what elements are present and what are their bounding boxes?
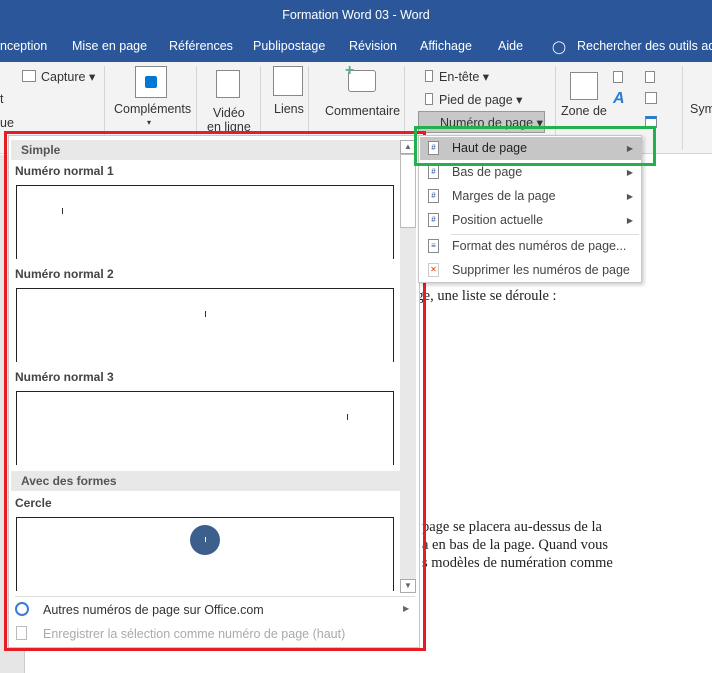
page-number-icon: # xyxy=(428,213,439,227)
submenu-arrow-icon: ▶ xyxy=(626,192,633,201)
menu-item-format[interactable]: ≡ Format des numéros de page... xyxy=(420,235,641,258)
tab-mise-en-page[interactable]: Mise en page xyxy=(72,39,147,53)
symbole-button[interactable]: Sym xyxy=(690,102,712,116)
ribbon-tabs: nception Mise en page Références Publipo… xyxy=(0,32,712,62)
footer-icon xyxy=(425,93,433,105)
menu-item-position-actuelle[interactable]: # Position actuelle ▶ xyxy=(420,209,641,232)
capture-button[interactable]: Capture ▾ xyxy=(41,69,95,84)
delete-icon: ✕ xyxy=(428,263,439,277)
doc-text: s modèles de numération comme xyxy=(422,555,613,571)
doc-text: a en bas de la page. Quand vous xyxy=(422,537,609,553)
format-icon: ≡ xyxy=(428,239,439,253)
search-tools[interactable]: Rechercher des outils ada xyxy=(577,39,712,53)
menu-item-marges[interactable]: # Marges de la page ▶ xyxy=(420,185,641,208)
zone-texte-button[interactable]: Zone de xyxy=(561,104,607,118)
tab-affichage[interactable]: Affichage xyxy=(420,39,472,53)
link-icon xyxy=(273,66,303,96)
doc-text: page se placera au-dessus de la xyxy=(422,519,602,535)
commentaire-button[interactable]: Commentaire xyxy=(325,104,400,118)
entete-button[interactable]: En-tête ▾ xyxy=(439,69,489,84)
video-icon xyxy=(216,70,240,98)
complements-icon xyxy=(135,66,167,98)
tab-revision[interactable]: Révision xyxy=(349,39,397,53)
partial-label: t xyxy=(0,92,4,106)
tab-conception[interactable]: nception xyxy=(0,39,47,53)
wordart-icon: A xyxy=(613,90,625,107)
page-number-icon: # xyxy=(428,189,439,203)
title-bar: Formation Word 03 - Word xyxy=(0,0,712,32)
complements-button[interactable]: Compléments xyxy=(114,102,191,116)
signature-icon xyxy=(645,71,655,83)
tab-references[interactable]: Références xyxy=(169,39,233,53)
tab-publipostage[interactable]: Publipostage xyxy=(253,39,325,53)
tab-aide[interactable]: Aide xyxy=(498,39,523,53)
highlight-red-box xyxy=(4,131,426,651)
pied-button[interactable]: Pied de page ▾ xyxy=(439,92,522,107)
doc-text: age, une liste se déroule : xyxy=(410,288,557,304)
lightbulb-icon: ◯ xyxy=(552,40,566,54)
capture-icon xyxy=(22,70,36,82)
menu-item-supprimer[interactable]: ✕ Supprimer les numéros de page xyxy=(420,259,641,282)
quick-parts-icon xyxy=(613,71,623,83)
submenu-arrow-icon: ▶ xyxy=(626,216,633,225)
partial-label: ue xyxy=(0,116,14,130)
video-button[interactable]: Vidéo xyxy=(213,106,245,120)
textbox-icon xyxy=(570,72,598,100)
page-number-icon: # xyxy=(428,165,439,179)
header-icon xyxy=(425,70,433,82)
highlight-green-box xyxy=(414,126,656,166)
liens-button[interactable]: Liens xyxy=(274,102,304,116)
datetime-icon xyxy=(645,92,657,104)
window-title: Formation Word 03 - Word xyxy=(282,8,430,22)
